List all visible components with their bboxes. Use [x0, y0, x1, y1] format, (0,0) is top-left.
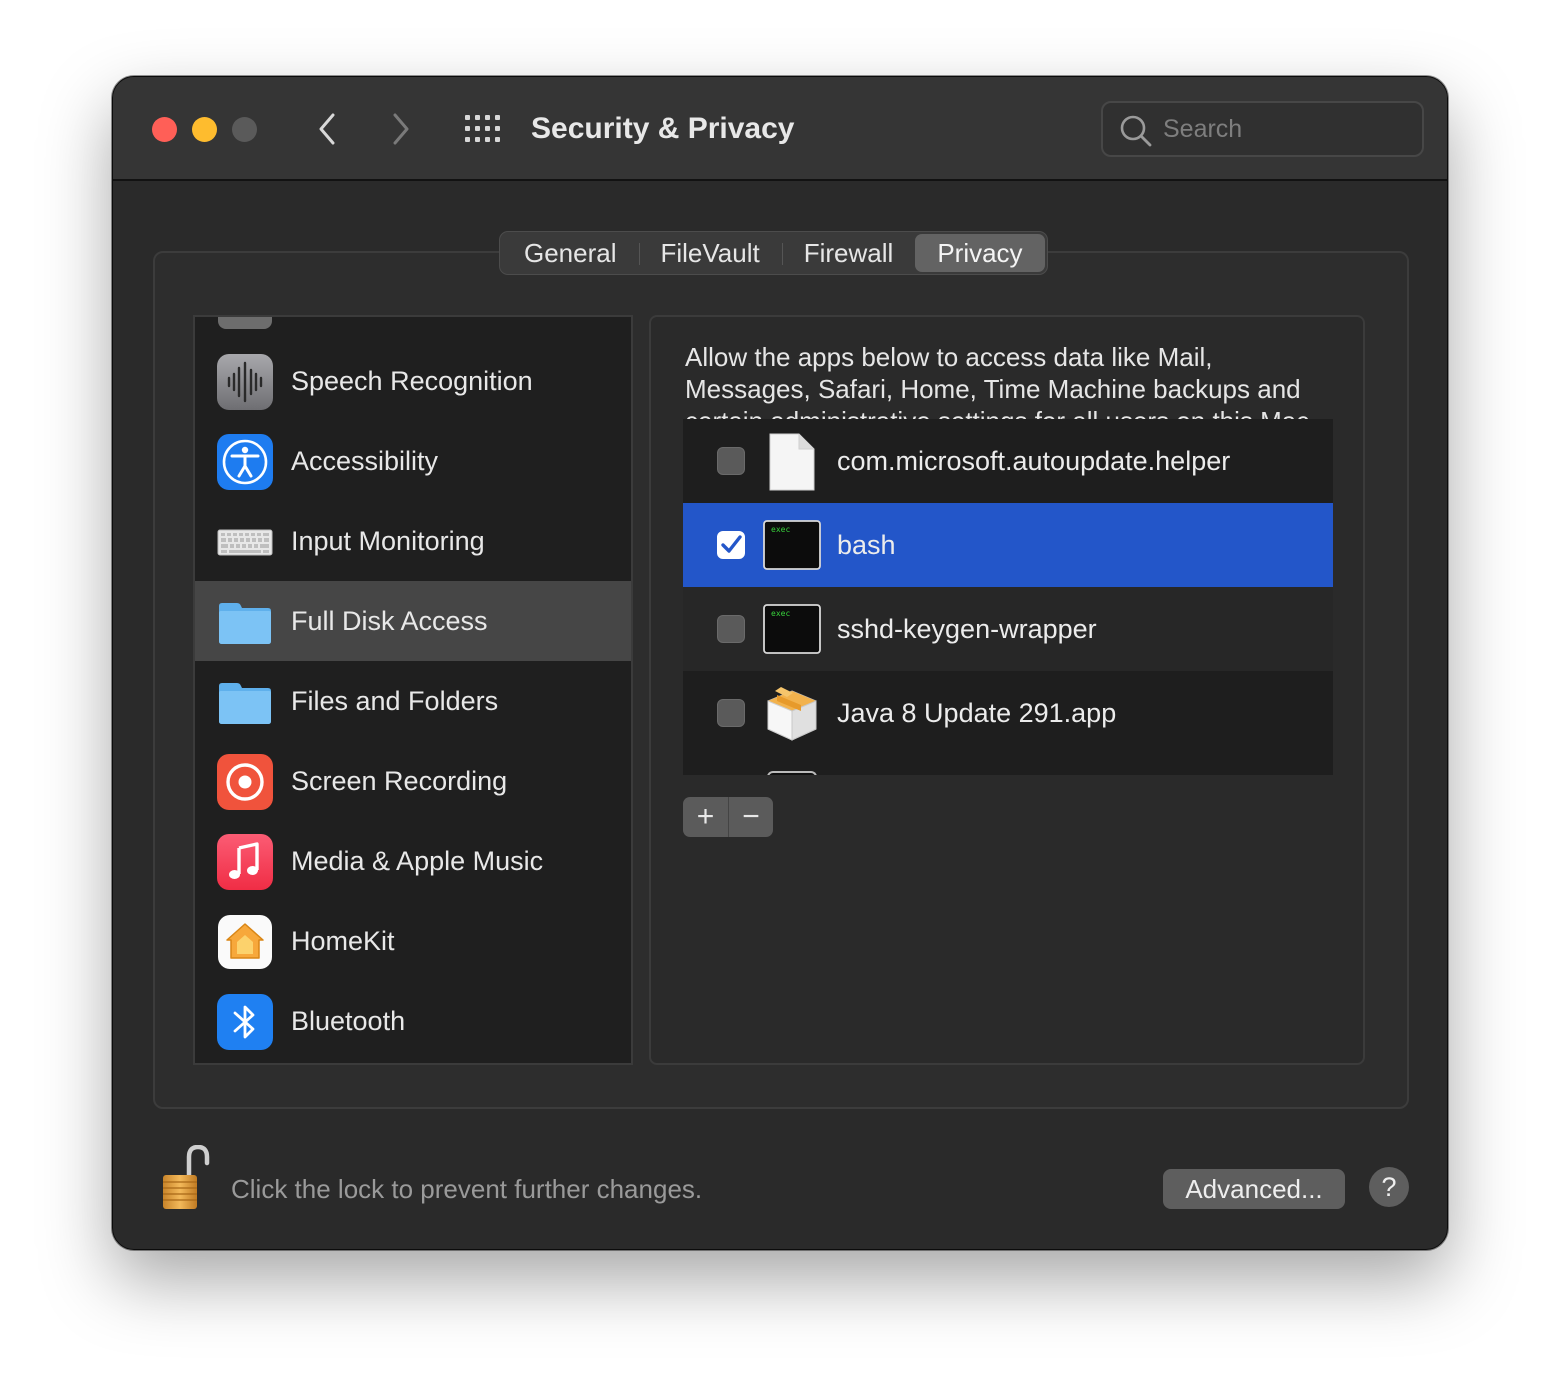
sidebar-item-full-disk-access[interactable]: Full Disk Access — [195, 581, 631, 661]
folder-icon — [217, 674, 273, 730]
sidebar-item-label: Input Monitoring — [291, 526, 485, 556]
app-checkbox[interactable] — [717, 447, 745, 475]
terminal-exec-icon: exec — [763, 517, 821, 575]
lock-status-text: Click the lock to prevent further change… — [231, 1174, 703, 1204]
minimize-button[interactable] — [192, 117, 217, 142]
accessibility-icon — [217, 434, 273, 490]
preferences-window: Security & Privacy General FileVault Fir… — [112, 76, 1448, 1250]
sidebar-item-homekit[interactable]: HomeKit — [195, 901, 631, 981]
screen-recording-icon — [217, 754, 273, 810]
app-list[interactable]: com.microsoft.autoupdate.helper exec bas… — [683, 419, 1333, 775]
partial-item-icon — [218, 317, 272, 329]
app-checkbox[interactable] — [717, 699, 745, 727]
folder-icon — [217, 594, 273, 650]
app-row-java-8-update-291[interactable]: Java 8 Update 291.app — [683, 671, 1333, 755]
app-row-sshd-keygen-wrapper[interactable]: exec sshd-keygen-wrapper — [683, 587, 1333, 671]
app-name: bash — [837, 530, 896, 560]
terminal-exec-icon: exec — [763, 601, 821, 659]
add-app-button[interactable]: + — [683, 797, 728, 837]
exec-icon-label: exec — [771, 525, 790, 534]
app-row-bash[interactable]: exec bash — [683, 503, 1333, 587]
bluetooth-icon — [217, 994, 273, 1050]
app-name: com.microsoft.autoupdate.helper — [837, 446, 1231, 476]
search-icon — [1120, 115, 1152, 147]
grid-icon — [465, 115, 500, 142]
remove-app-button[interactable]: − — [728, 797, 773, 837]
add-remove-control: + − — [683, 797, 773, 837]
pane-description: Allow the apps below to access data like… — [685, 342, 1317, 421]
app-checkbox[interactable] — [717, 615, 745, 643]
app-row-com-microsoft-autoupdate-helper[interactable]: com.microsoft.autoupdate.helper — [683, 419, 1333, 503]
close-button[interactable] — [152, 117, 177, 142]
sidebar-item-files-and-folders[interactable]: Files and Folders — [195, 661, 631, 741]
privacy-category-list[interactable]: Speech Recognition Accessibility Input M… — [193, 315, 633, 1065]
sidebar-item-label: Files and Folders — [291, 686, 499, 716]
sidebar-item-screen-recording[interactable]: Screen Recording — [195, 741, 631, 821]
sidebar-item-bluetooth[interactable]: Bluetooth — [195, 981, 631, 1061]
advanced-button[interactable]: Advanced... — [1163, 1169, 1345, 1209]
unlocked-padlock-icon — [163, 1144, 210, 1209]
help-button[interactable]: ? — [1369, 1167, 1409, 1207]
privacy-detail-pane: Allow the apps below to access data like… — [649, 315, 1365, 1065]
sidebar-item-label: Media & Apple Music — [291, 846, 544, 876]
tab-privacy[interactable]: Privacy — [915, 234, 1045, 272]
tab-firewall[interactable]: Firewall — [781, 234, 916, 272]
sidebar-item-label: Full Disk Access — [291, 606, 488, 636]
sidebar-item-accessibility[interactable]: Accessibility — [195, 421, 631, 501]
sidebar-item-label: HomeKit — [291, 926, 395, 956]
app-checkbox[interactable] — [717, 531, 745, 559]
tab-bar: General FileVault Firewall Privacy — [499, 231, 1048, 275]
title-bar: Security & Privacy — [113, 77, 1447, 181]
sidebar-item-input-monitoring[interactable]: Input Monitoring — [195, 501, 631, 581]
show-all-button[interactable] — [463, 113, 503, 145]
sidebar-item-label: Bluetooth — [291, 1006, 406, 1036]
partial-row-icon — [767, 771, 817, 775]
tab-filevault[interactable]: FileVault — [638, 234, 782, 272]
music-note-icon — [217, 834, 273, 890]
chevron-left-icon — [319, 113, 335, 145]
app-name: Java 8 Update 291.app — [837, 698, 1117, 728]
search-input[interactable] — [1161, 111, 1411, 147]
exec-icon-label: exec — [771, 609, 790, 618]
tab-general[interactable]: General — [502, 234, 639, 272]
java-package-icon — [763, 685, 821, 743]
sidebar-item-media-apple-music[interactable]: Media & Apple Music — [195, 821, 631, 901]
lock-button[interactable] — [161, 1144, 213, 1211]
sidebar-item-label: Speech Recognition — [291, 366, 533, 396]
search-field[interactable] — [1101, 101, 1424, 157]
window-title: Security & Privacy — [531, 112, 795, 145]
chevron-right-icon — [393, 113, 409, 145]
sidebar-item-label: Accessibility — [291, 446, 439, 476]
checkmark-icon — [721, 535, 742, 553]
home-icon — [217, 914, 273, 970]
app-name: sshd-keygen-wrapper — [837, 614, 1097, 644]
keyboard-icon — [217, 514, 273, 570]
document-icon — [763, 433, 821, 491]
zoom-button[interactable] — [232, 117, 257, 142]
sidebar-item-label: Screen Recording — [291, 766, 508, 796]
sidebar-item-speech-recognition[interactable]: Speech Recognition — [195, 341, 631, 421]
back-button[interactable] — [307, 109, 347, 149]
speech-waveform-icon — [217, 354, 273, 410]
forward-button[interactable] — [381, 109, 421, 149]
